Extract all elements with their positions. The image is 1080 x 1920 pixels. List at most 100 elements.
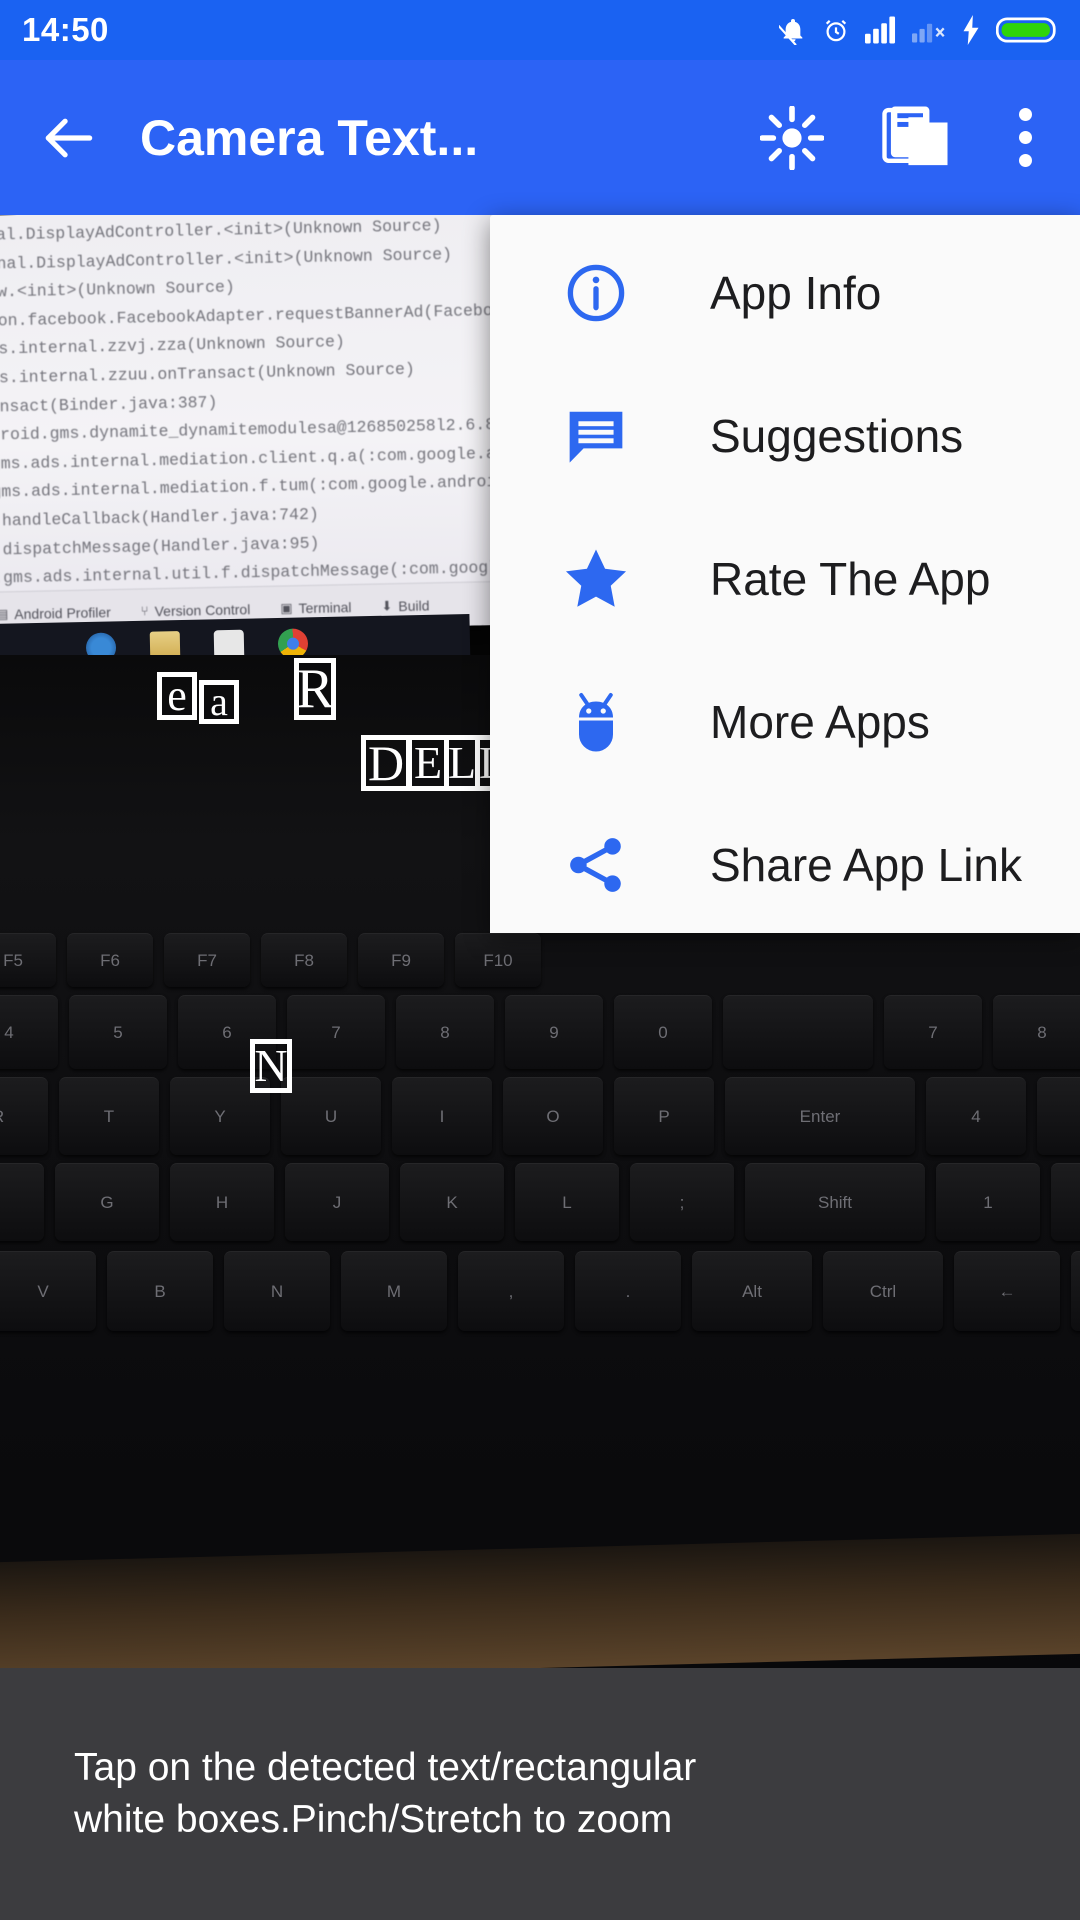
key: Alt <box>692 1251 812 1331</box>
android-robot-icon <box>560 686 632 758</box>
key: . <box>575 1251 681 1331</box>
ide-status-item: ⑂ Version Control <box>140 600 251 619</box>
key: K <box>400 1163 504 1241</box>
overflow-dot-icon <box>1018 108 1032 121</box>
key: F7 <box>164 933 250 987</box>
keyboard-row: V B N M , . Alt Ctrl ← ↓ → 0 <box>0 1251 1080 1331</box>
key: P <box>614 1077 714 1155</box>
key <box>723 995 873 1069</box>
key: U <box>281 1077 381 1155</box>
overflow-dot-icon <box>1018 154 1032 167</box>
key: ← <box>954 1251 1060 1331</box>
battery-full-icon <box>996 17 1056 43</box>
menu-item-rate-the-app[interactable]: Rate The App <box>490 507 1080 650</box>
key: N <box>224 1251 330 1331</box>
key: 8 <box>396 995 494 1069</box>
back-arrow-icon <box>45 118 93 157</box>
hint-bar: Tap on the detected text/rectangular whi… <box>0 1668 1080 1920</box>
menu-item-label: Suggestions <box>710 409 964 462</box>
terminal-icon: ▣ <box>280 599 293 616</box>
key: ↓ <box>1071 1251 1080 1331</box>
key: F9 <box>358 933 444 987</box>
alarm-icon <box>825 19 847 42</box>
key: V <box>0 1251 96 1331</box>
key: Shift <box>745 1163 925 1241</box>
key: F6 <box>67 933 153 987</box>
ide-status-item: ⬇ Build <box>381 596 430 614</box>
signal-no-sim-icon <box>912 23 945 43</box>
chat-lines-icon <box>560 400 632 472</box>
save-to-folder-icon <box>882 106 948 165</box>
ide-status-item: ▣ Terminal <box>280 598 352 616</box>
key: ; <box>630 1163 734 1241</box>
charging-bolt-icon <box>963 15 979 45</box>
key: 4 <box>0 995 58 1069</box>
key: T <box>59 1077 159 1155</box>
key: , <box>458 1251 564 1331</box>
status-icon-tray <box>779 15 1058 45</box>
keyboard-row: 4 5 6 7 8 9 0 7 8 9 <box>0 995 1080 1069</box>
app-bar: Camera Text... <box>0 60 1080 215</box>
hint-text: Tap on the detected text/rectangular whi… <box>74 1746 697 1841</box>
keyboard-row: R T Y U I O P Enter 4 5 <box>0 1077 1080 1155</box>
brightness-button[interactable] <box>754 100 830 176</box>
key: 9 <box>505 995 603 1069</box>
key: F8 <box>261 933 347 987</box>
key: M <box>341 1251 447 1331</box>
key: 8 <box>993 995 1080 1069</box>
menu-item-suggestions[interactable]: Suggestions <box>490 364 1080 507</box>
key: J <box>285 1163 389 1241</box>
key: F10 <box>455 933 541 987</box>
key: 5 <box>69 995 167 1069</box>
key: I <box>392 1077 492 1155</box>
detected-text-box[interactable]: E <box>407 735 449 791</box>
keyboard-row: F5 F6 F7 F8 F9 F10 <box>0 933 541 987</box>
app-bar-actions <box>754 95 1054 181</box>
key: Enter <box>725 1077 915 1155</box>
page-title: Camera Text... <box>140 109 479 166</box>
overflow-menu-button[interactable] <box>1002 95 1048 181</box>
key: L <box>515 1163 619 1241</box>
key: O <box>503 1077 603 1155</box>
brightness-icon <box>760 105 824 170</box>
key: 0 <box>614 995 712 1069</box>
branch-icon: ⑂ <box>140 603 149 619</box>
key: 2 <box>1051 1163 1080 1241</box>
overflow-menu[interactable]: App Info Suggestions Rate The App More A… <box>490 215 1080 933</box>
key: 4 <box>926 1077 1026 1155</box>
key: B <box>107 1251 213 1331</box>
back-button[interactable] <box>26 95 112 181</box>
star-icon <box>560 543 632 615</box>
detected-text-box[interactable]: D <box>361 735 411 791</box>
keyboard-row: F G H J K L ; Shift 1 2 <box>0 1163 1080 1241</box>
signal-full-icon <box>865 16 896 44</box>
detected-text-box[interactable]: N <box>250 1039 292 1093</box>
menu-item-more-apps[interactable]: More Apps <box>490 650 1080 793</box>
info-circle-icon <box>560 257 632 329</box>
menu-item-label: More Apps <box>710 695 930 748</box>
bell-muted-icon <box>779 19 803 45</box>
save-button[interactable] <box>878 100 954 176</box>
key: 5 <box>1037 1077 1080 1155</box>
status-time: 14:50 <box>22 11 109 48</box>
menu-item-label: Rate The App <box>710 552 991 605</box>
detected-text-box[interactable]: a <box>199 680 239 724</box>
detected-text-box[interactable]: R <box>294 658 336 720</box>
overflow-dot-icon <box>1018 131 1032 144</box>
menu-item-label: Share App Link <box>710 838 1023 891</box>
key: H <box>170 1163 274 1241</box>
key: 1 <box>936 1163 1040 1241</box>
menu-item-label: App Info <box>710 266 882 319</box>
key: F5 <box>0 933 56 987</box>
status-bar: 14:50 <box>0 0 1080 60</box>
phone-screen: 14:50 Camera Text... nal.DisplayAdContro… <box>0 0 1080 1920</box>
detected-text-box[interactable]: e <box>157 672 197 720</box>
ide-status-item: ▤ Android Profiler <box>0 604 111 622</box>
key: 7 <box>884 995 982 1069</box>
key: F <box>0 1163 44 1241</box>
menu-item-share-app-link[interactable]: Share App Link <box>490 793 1080 936</box>
key: 7 <box>287 995 385 1069</box>
key: Ctrl <box>823 1251 943 1331</box>
menu-item-app-info[interactable]: App Info <box>490 221 1080 364</box>
key: R <box>0 1077 48 1155</box>
